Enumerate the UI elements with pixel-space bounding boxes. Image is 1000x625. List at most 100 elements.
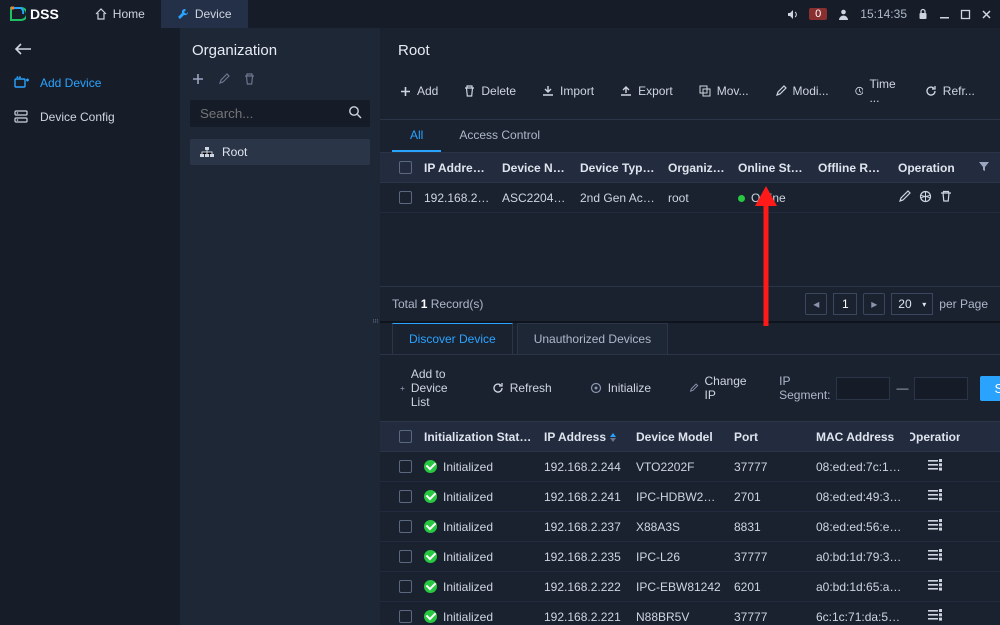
cell-init: Initialized — [418, 550, 538, 564]
tab-all[interactable]: All — [392, 120, 441, 152]
discover-table-row[interactable]: Initialized192.168.2.235IPC-L2637777a0:b… — [380, 542, 1000, 572]
cell-port: 37777 — [728, 610, 810, 624]
cell-ip: 192.168.2.235 — [538, 550, 630, 564]
col-online-status[interactable]: Online Status▾ — [732, 161, 812, 175]
tab-discover-device[interactable]: Discover Device — [392, 323, 513, 354]
col-mac[interactable]: MAC Address — [810, 430, 910, 444]
drag-handle-icon[interactable]: ⠿ — [371, 318, 379, 323]
cell-ip: 192.168.2.245 — [418, 191, 496, 205]
discover-select-all-checkbox[interactable] — [399, 430, 412, 443]
cell-port: 37777 — [728, 460, 810, 474]
user-icon[interactable] — [837, 8, 850, 21]
tab-unauthorized-devices[interactable]: Unauthorized Devices — [517, 323, 668, 354]
row-checkbox[interactable] — [399, 610, 412, 623]
col-disc-ip[interactable]: IP Address — [538, 430, 630, 444]
device-table-head: IP Address Device Name Device Type ▾ Org… — [380, 153, 1000, 183]
change-ip-button[interactable]: Change IP — [681, 370, 757, 406]
pager-prev[interactable]: ◂ — [805, 293, 827, 315]
row-checkbox[interactable] — [399, 191, 412, 204]
export-button[interactable]: Export — [612, 80, 681, 102]
select-all-checkbox[interactable] — [399, 161, 412, 174]
delete-button[interactable]: Delete — [456, 80, 524, 102]
pager-next[interactable]: ▸ — [863, 293, 885, 315]
import-button[interactable]: Import — [534, 80, 602, 102]
col-port[interactable]: Port — [728, 430, 810, 444]
discover-table-row[interactable]: Initialized192.168.2.221N88BR5V377776c:1… — [380, 602, 1000, 625]
row-checkbox[interactable] — [399, 580, 412, 593]
sidebar-item-add-device[interactable]: Add Device — [0, 66, 180, 100]
ip-segment-to[interactable] — [914, 377, 968, 400]
row-checkbox[interactable] — [399, 490, 412, 503]
sidebar-item-device-config[interactable]: Device Config — [0, 100, 180, 134]
initialize-button[interactable]: Initialize — [582, 377, 659, 399]
settings-icon[interactable] — [928, 459, 943, 474]
organization-title: Organization — [180, 28, 380, 69]
ip-segment-from[interactable] — [836, 377, 890, 400]
device-table-row[interactable]: 192.168.2.245 ASC2204C-S 2nd Gen Acce...… — [380, 183, 1000, 213]
pager-size-select[interactable]: 20▾ — [891, 293, 933, 315]
minimize-icon[interactable] — [939, 9, 950, 20]
nav-device[interactable]: Device — [161, 0, 248, 28]
discover-table-row[interactable]: Initialized192.168.2.241IPC-HDBW2831...2… — [380, 482, 1000, 512]
nav-home[interactable]: Home — [79, 0, 161, 28]
left-sidebar: Add Device Device Config — [0, 28, 180, 625]
col-device-type[interactable]: Device Type ▾ — [574, 161, 662, 175]
add-button[interactable]: Add — [392, 80, 446, 102]
row-checkbox[interactable] — [399, 460, 412, 473]
tab-access-control[interactable]: Access Control — [441, 120, 558, 152]
row-checkbox[interactable] — [399, 550, 412, 563]
notification-badge[interactable]: 0 — [809, 8, 827, 20]
move-button[interactable]: Mov... — [691, 80, 757, 102]
org-search-input[interactable] — [190, 100, 370, 127]
org-tree-root[interactable]: Root — [190, 139, 370, 165]
col-init-status[interactable]: Initialization Status▾ — [418, 430, 538, 444]
edit-icon[interactable] — [898, 190, 911, 206]
discover-table-row[interactable]: Initialized192.168.2.244VTO2202F3777708:… — [380, 452, 1000, 482]
cell-init: Initialized — [418, 580, 538, 594]
time-button[interactable]: Time ... — [847, 73, 907, 109]
col-device-model[interactable]: Device Model — [630, 430, 728, 444]
settings-icon[interactable] — [928, 489, 943, 504]
delete-org-icon[interactable] — [244, 73, 255, 88]
maximize-icon[interactable] — [960, 9, 971, 20]
cell-operation — [892, 190, 964, 206]
filter-icon[interactable] — [978, 160, 990, 175]
settings-icon[interactable] — [928, 519, 943, 534]
cell-op — [910, 519, 960, 534]
col-ip[interactable]: IP Address — [418, 161, 496, 175]
cell-ip: 192.168.2.241 — [538, 490, 630, 504]
discover-refresh-button[interactable]: Refresh — [484, 377, 560, 399]
back-button[interactable] — [0, 36, 180, 66]
browser-icon[interactable] — [919, 190, 932, 206]
col-offline-reason[interactable]: Offline Reason — [812, 161, 892, 175]
settings-icon[interactable] — [928, 549, 943, 564]
modify-button[interactable]: Modi... — [767, 80, 837, 102]
settings-icon[interactable] — [928, 609, 943, 624]
cell-model: X88A3S — [630, 520, 728, 534]
sidebar-item-label: Device Config — [40, 110, 115, 124]
volume-icon[interactable] — [786, 8, 799, 21]
pager-total: Total 1 Record(s) — [392, 297, 483, 311]
add-to-device-list-button[interactable]: Add to Device List — [392, 363, 462, 413]
col-device-name[interactable]: Device Name — [496, 161, 574, 175]
check-circle-icon — [424, 490, 437, 503]
search-button[interactable]: Search — [980, 376, 1000, 401]
cell-ip: 192.168.2.221 — [538, 610, 630, 624]
col-organization[interactable]: Organization — [662, 161, 732, 175]
pager-current[interactable]: 1 — [833, 293, 857, 315]
lock-icon[interactable] — [917, 8, 929, 20]
refresh-button[interactable]: Refr... — [917, 80, 983, 102]
close-icon[interactable] — [981, 9, 992, 20]
trash-icon[interactable] — [940, 190, 952, 206]
settings-icon[interactable] — [928, 579, 943, 594]
cell-mac: 6c:1c:71:da:51:aa — [810, 610, 910, 624]
row-checkbox[interactable] — [399, 520, 412, 533]
edit-org-icon[interactable] — [218, 73, 230, 88]
content-panel: Root Add Delete Import Export Mov... Mod… — [380, 28, 1000, 625]
add-org-icon[interactable] — [192, 73, 204, 88]
organization-panel: Organization Root — [180, 28, 380, 625]
more-icon[interactable] — [993, 85, 1000, 97]
cell-mac: 08:ed:ed:7c:1d:20 — [810, 460, 910, 474]
discover-table-row[interactable]: Initialized192.168.2.237X88A3S883108:ed:… — [380, 512, 1000, 542]
discover-table-row[interactable]: Initialized192.168.2.222IPC-EBW812426201… — [380, 572, 1000, 602]
